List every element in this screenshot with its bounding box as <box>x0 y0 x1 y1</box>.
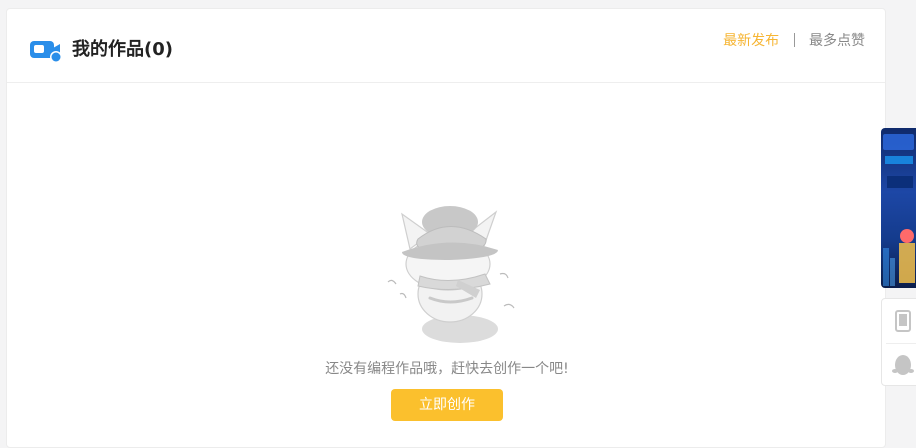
promo-banner-image[interactable] <box>881 128 916 288</box>
page-title: 我的作品(0) <box>72 39 173 60</box>
sort-tabs: 最新发布 最多点赞 <box>723 31 865 51</box>
tablet-button[interactable] <box>882 299 916 343</box>
qq-button[interactable] <box>882 343 916 387</box>
create-now-button[interactable]: 立即创作 <box>391 389 503 421</box>
video-chat-icon <box>30 41 62 63</box>
sleeping-cat-illustration <box>387 206 515 343</box>
sort-tab-most-liked[interactable]: 最多点赞 <box>809 33 865 49</box>
side-toolbar <box>881 298 916 386</box>
sort-tab-latest[interactable]: 最新发布 <box>723 33 779 49</box>
tablet-icon <box>895 310 911 332</box>
card-header: 我的作品(0) 最新发布 最多点赞 <box>7 9 885 83</box>
qq-penguin-icon <box>892 355 914 375</box>
sort-divider <box>793 33 795 47</box>
works-card: 我的作品(0) 最新发布 最多点赞 还没有编程作品哦，赶快去创作一个吧! 立即创… <box>6 8 886 448</box>
empty-message: 还没有编程作品哦，赶快去创作一个吧! <box>325 361 569 377</box>
banner-art <box>883 134 915 286</box>
